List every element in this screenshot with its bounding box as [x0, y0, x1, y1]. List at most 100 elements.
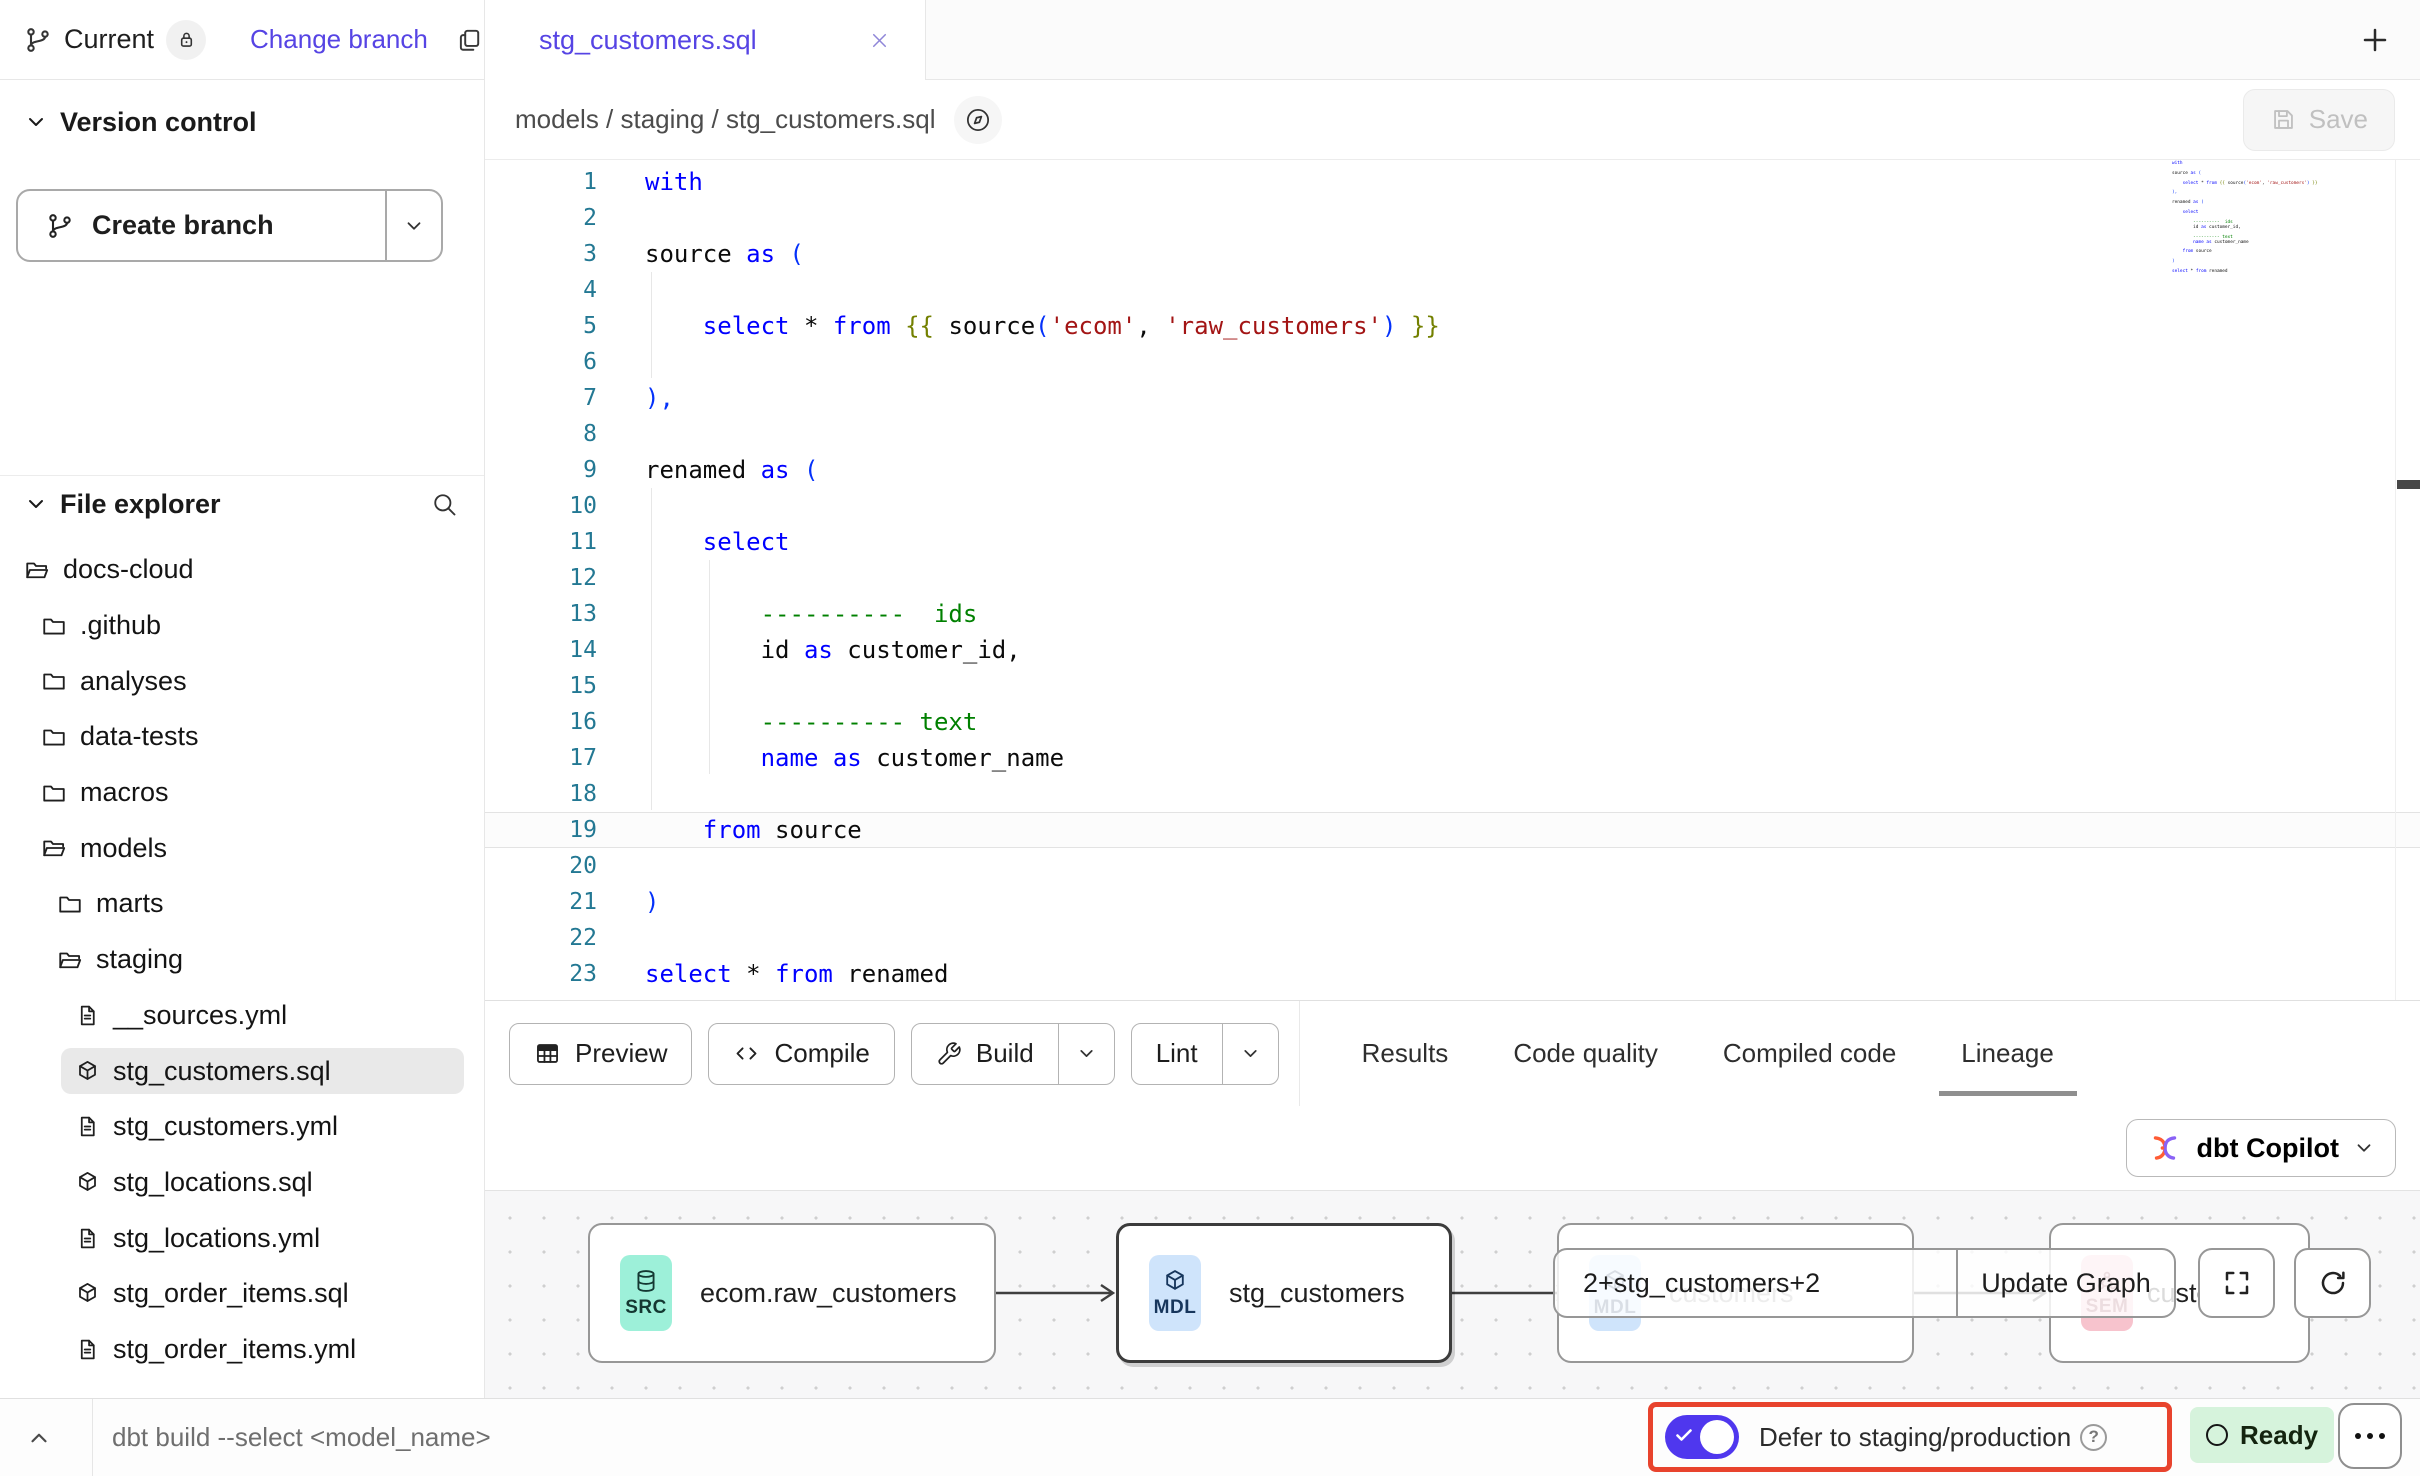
code-line: 6	[485, 344, 2420, 380]
lint-button[interactable]: Lint	[1132, 1024, 1222, 1084]
lineage-node-source[interactable]: SRC ecom.raw_customers	[588, 1223, 996, 1363]
cube-icon	[1162, 1268, 1188, 1294]
tab-stg-customers-sql[interactable]: stg_customers.sql	[485, 0, 926, 80]
file-explorer-section: File explorer docs-cloud .github analysesd…	[0, 462, 484, 1398]
create-branch-button[interactable]: Create branch	[16, 189, 443, 262]
table-icon	[534, 1040, 561, 1067]
editor-scrollbar-track	[2395, 160, 2396, 1000]
tree-item-marts[interactable]: marts	[0, 876, 484, 932]
change-branch-link[interactable]: Change branch	[250, 24, 428, 55]
line-number: 18	[485, 776, 597, 812]
tree-item-macros[interactable]: macros	[0, 765, 484, 821]
code-line: 19 from source	[485, 812, 2420, 848]
fullscreen-button[interactable]	[2198, 1248, 2275, 1318]
folder-icon	[57, 891, 83, 917]
preview-button[interactable]: Preview	[509, 1023, 692, 1085]
tree-item--sources-yml[interactable]: __sources.yml	[0, 988, 484, 1044]
lineage-node-stg-customers[interactable]: MDL stg_customers	[1116, 1223, 1452, 1363]
folder-icon	[41, 613, 67, 639]
copilot-label: dbt Copilot	[2197, 1133, 2339, 1164]
create-branch-main[interactable]: Create branch	[18, 191, 385, 260]
editor-minimap[interactable]: with source as ( select * from {{ source…	[2172, 162, 2322, 275]
tree-item-data-tests[interactable]: data-tests	[0, 709, 484, 765]
dbt-copilot-logo-icon	[2147, 1130, 2183, 1166]
floppy-disk-icon	[2270, 106, 2297, 133]
search-icon[interactable]	[430, 490, 458, 518]
line-number: 19	[485, 813, 597, 847]
build-menu-toggle[interactable]	[1058, 1024, 1114, 1084]
line-number: 22	[485, 920, 597, 956]
tab-results[interactable]: Results	[1362, 1038, 1449, 1069]
toggle-knob	[1700, 1420, 1734, 1454]
line-number: 3	[485, 236, 597, 272]
top-bar: Current Change branch stg_customers.sql	[0, 0, 2420, 80]
status-bar: dbt build --select <model_name> Defer to…	[0, 1398, 2420, 1476]
command-input[interactable]: dbt build --select <model_name>	[112, 1399, 491, 1476]
dbt-copilot-button[interactable]: dbt Copilot	[2126, 1119, 2396, 1177]
folder-open-icon	[57, 947, 83, 973]
chevron-down-icon	[1240, 1043, 1261, 1064]
code-line: 11 select	[485, 524, 2420, 560]
code-line: 18	[485, 776, 2420, 812]
line-number: 10	[485, 488, 597, 524]
tab-compiled-code[interactable]: Compiled code	[1723, 1038, 1896, 1069]
defer-toggle[interactable]	[1665, 1415, 1739, 1459]
tree-item-analyses[interactable]: analyses	[0, 653, 484, 709]
copy-icon[interactable]	[456, 27, 482, 53]
code-line: 7),	[485, 380, 2420, 416]
badge-label: MDL	[1154, 1297, 1197, 1319]
help-icon[interactable]: ?	[2080, 1424, 2107, 1451]
lint-split-button[interactable]: Lint	[1131, 1023, 1279, 1085]
code-editor[interactable]: 1with2 3source as (4 5 select * from {{ …	[485, 160, 2420, 1000]
chevron-down-icon	[24, 110, 48, 134]
close-tab-icon[interactable]	[868, 29, 891, 52]
update-graph-button[interactable]: Update Graph	[1958, 1250, 2174, 1316]
tree-item-docs-cloud[interactable]: docs-cloud	[0, 542, 484, 598]
fullscreen-icon	[2222, 1268, 2252, 1298]
tree-item-stg-order-items-sql[interactable]: stg_order_items.sql	[0, 1266, 484, 1322]
lineage-selector-input[interactable]: 2+stg_customers+2	[1555, 1250, 1956, 1316]
file-tree: docs-cloud .github analysesdata-testsmacro…	[0, 542, 484, 1377]
tree-item-models[interactable]: models	[0, 820, 484, 876]
tree-item-stg-locations-yml[interactable]: stg_locations.yml	[0, 1210, 484, 1266]
lint-menu-toggle[interactable]	[1222, 1024, 1278, 1084]
statusbar-divider	[92, 1399, 93, 1476]
more-options-button[interactable]	[2338, 1403, 2402, 1469]
main-column: models / staging / stg_customers.sql Sav…	[485, 80, 2420, 1398]
defer-label: Defer to staging/production	[1759, 1422, 2071, 1453]
tree-item-label: models	[80, 833, 167, 864]
tree-item-stg-locations-sql[interactable]: stg_locations.sql	[0, 1155, 484, 1211]
sidebar: Version control Create branch File explo…	[0, 80, 485, 1398]
tab-code-quality[interactable]: Code quality	[1513, 1038, 1658, 1069]
tree-item-stg-order-items-yml[interactable]: stg_order_items.yml	[0, 1322, 484, 1378]
code-line: 13 ---------- ids	[485, 596, 2420, 632]
tree-item-staging[interactable]: staging	[0, 932, 484, 988]
tree-item-stg-customers-yml[interactable]: stg_customers.yml	[0, 1099, 484, 1155]
breadcrumb-row: models / staging / stg_customers.sql Sav…	[485, 80, 2420, 160]
lineage-canvas[interactable]: SRC ecom.raw_customers MDL stg_customers…	[485, 1191, 2420, 1398]
defer-annotation-box: Defer to staging/production ?	[1648, 1402, 2172, 1472]
tab-lineage[interactable]: Lineage	[1961, 1038, 2054, 1069]
code-line: 4	[485, 272, 2420, 308]
code-line: 22	[485, 920, 2420, 956]
new-tab-button[interactable]	[2360, 25, 2390, 55]
chevron-up-icon[interactable]	[26, 1425, 52, 1451]
build-split-button[interactable]: Build	[911, 1023, 1115, 1085]
refresh-button[interactable]	[2294, 1248, 2371, 1318]
tree-item--github[interactable]: .github	[0, 598, 484, 654]
file-icon	[75, 1337, 100, 1362]
line-number: 20	[485, 848, 597, 884]
tree-item-stg-customers-sql[interactable]: stg_customers.sql	[0, 1043, 484, 1099]
create-branch-menu-toggle[interactable]	[387, 191, 441, 260]
toolbar-divider	[1299, 1001, 1300, 1106]
save-button[interactable]: Save	[2243, 89, 2395, 151]
build-button[interactable]: Build	[912, 1024, 1058, 1084]
compile-button[interactable]: Compile	[708, 1023, 894, 1085]
status-badge: Ready	[2190, 1407, 2334, 1463]
tree-item-label: .github	[80, 610, 161, 641]
file-explorer-header[interactable]: File explorer	[0, 476, 484, 532]
version-control-header[interactable]: Version control	[0, 94, 484, 150]
editor-scrollbar-thumb[interactable]	[2397, 480, 2420, 489]
dbt-cloud-ide: { "topbar": { "branch_status": "Current"…	[0, 0, 2420, 1476]
copilot-compass-icon[interactable]	[954, 96, 1002, 144]
